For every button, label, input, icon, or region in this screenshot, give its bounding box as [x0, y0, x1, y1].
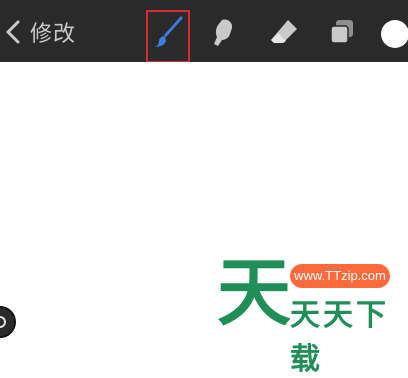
- chevron-left-icon: [6, 20, 20, 44]
- top-toolbar: 修改: [0, 0, 408, 63]
- back-label: 修改: [30, 22, 77, 47]
- brush-tool-button[interactable]: [150, 12, 190, 52]
- eraser-icon: [271, 20, 297, 43]
- eraser-tool-button[interactable]: [264, 12, 304, 52]
- layers-tool-button[interactable]: [322, 12, 362, 52]
- svg-text:天: 天: [218, 250, 290, 330]
- color-picker-button[interactable]: [381, 20, 408, 48]
- smudge-icon: [214, 19, 233, 46]
- brush-icon: [155, 16, 183, 47]
- back-button[interactable]: 修改: [4, 14, 76, 50]
- layers-icon: [330, 20, 353, 44]
- smudge-tool-button[interactable]: [204, 12, 244, 52]
- watermark-logo: 天: [218, 250, 290, 330]
- watermark: 天 www.TTzip.com 天天下载: [218, 250, 408, 377]
- watermark-url: www.TTzip.com: [290, 264, 390, 288]
- watermark-text: 天天下载: [290, 298, 389, 377]
